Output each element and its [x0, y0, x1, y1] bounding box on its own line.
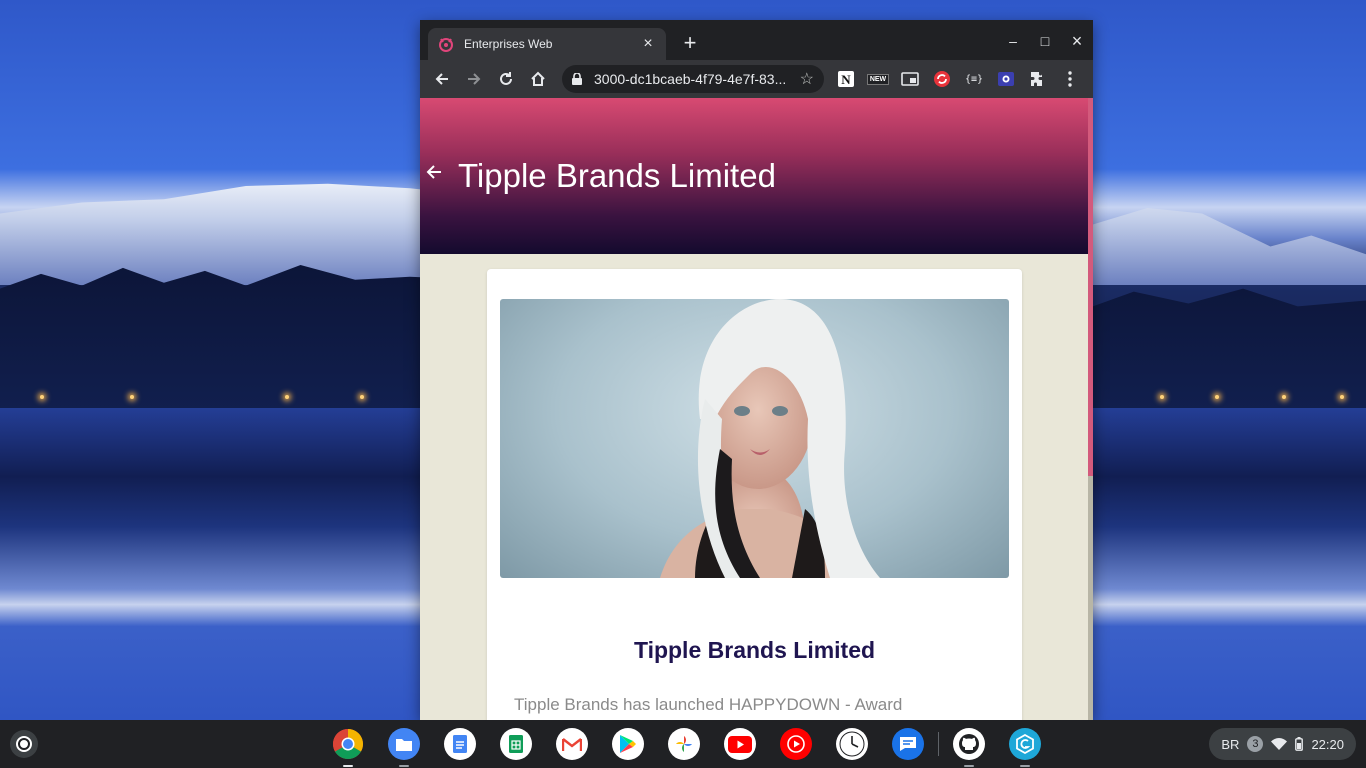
wallpaper-light — [360, 395, 364, 399]
url-text: 3000-dc1bcaeb-4f79-4e7f-83... — [594, 71, 787, 87]
messages-icon — [892, 728, 924, 760]
card-title: Tipple Brands Limited — [633, 637, 876, 663]
page-scrollbar-thumb[interactable] — [1088, 98, 1093, 476]
svg-text:N: N — [841, 72, 851, 87]
docs-icon — [444, 728, 476, 760]
shelf-app-gmail[interactable] — [554, 726, 590, 762]
wallpaper-light — [1340, 395, 1344, 399]
app-header: Tipple Brands Limited — [420, 98, 1093, 254]
maximize-button[interactable]: □ — [1033, 30, 1057, 52]
brand-photo — [500, 299, 1009, 578]
browser-toolbar: 3000-dc1bcaeb-4f79-4e7f-83... ☆ N NEW {≡… — [420, 60, 1093, 98]
notion-extension-icon[interactable]: N — [830, 63, 862, 95]
sync-extension-icon[interactable] — [926, 63, 958, 95]
browser-menu-icon[interactable] — [1054, 63, 1086, 95]
tab-enterprises-web[interactable]: Enterprises Web × — [428, 28, 666, 60]
shelf-app-sheets[interactable] — [498, 726, 534, 762]
json-formatter-label: {≡} — [964, 73, 984, 85]
wifi-icon — [1271, 738, 1288, 750]
gcp-icon — [1009, 728, 1041, 760]
launcher-circle-icon — [18, 738, 30, 750]
github-icon — [953, 728, 985, 760]
browser-window: Enterprises Web × + – □ × 3000-dc1bcaeb-… — [420, 20, 1093, 720]
shelf-app-github[interactable] — [951, 726, 987, 767]
wallpaper-light — [130, 395, 134, 399]
battery-icon — [1295, 737, 1304, 751]
home-button[interactable] — [522, 63, 554, 95]
extensions-puzzle-icon[interactable] — [1022, 63, 1054, 95]
reload-button[interactable] — [490, 63, 522, 95]
shelf-app-chrome[interactable] — [330, 726, 366, 767]
wallpaper-light — [1282, 395, 1286, 399]
shelf: BR 3 22:20 — [0, 720, 1366, 768]
tab-close-icon[interactable]: × — [640, 35, 656, 53]
wallpaper-light — [1160, 395, 1164, 399]
shelf-app-files[interactable] — [386, 726, 422, 767]
address-bar[interactable]: 3000-dc1bcaeb-4f79-4e7f-83... ☆ — [562, 65, 824, 93]
photos-icon — [668, 728, 700, 760]
close-window-button[interactable]: × — [1065, 30, 1089, 52]
launcher-button[interactable] — [10, 730, 38, 758]
shelf-app-docs[interactable] — [442, 726, 478, 762]
notification-count-badge: 3 — [1247, 736, 1264, 752]
files-icon — [388, 728, 420, 760]
new-extension-icon[interactable]: NEW — [862, 63, 894, 95]
shelf-app-youtube[interactable] — [722, 726, 758, 762]
gmail-icon — [556, 728, 588, 760]
youtube-music-icon — [780, 728, 812, 760]
app-running-indicator — [399, 765, 409, 767]
sheets-icon — [500, 728, 532, 760]
forward-button[interactable] — [458, 63, 490, 95]
shelf-app-youtube-music[interactable] — [778, 726, 814, 762]
card-description: Tipple Brands has launched HAPPYDOWN - A… — [514, 695, 903, 714]
shelf-apps — [330, 726, 1063, 767]
new-tab-button[interactable]: + — [678, 30, 702, 56]
brand-card: Tipple Brands Limited Tipple Brands has … — [487, 269, 1022, 720]
play-store-icon — [612, 728, 644, 760]
shelf-app-messages[interactable] — [890, 726, 926, 762]
youtube-icon — [724, 728, 756, 760]
app-running-indicator — [964, 765, 974, 767]
clock-icon — [836, 728, 868, 760]
arrow-left-icon — [435, 73, 448, 85]
new-extension-label: NEW — [866, 73, 890, 85]
shelf-app-clock[interactable] — [834, 726, 870, 762]
tab-title: Enterprises Web — [464, 37, 553, 51]
minimize-button[interactable]: – — [1001, 30, 1025, 52]
back-arrow-icon[interactable] — [422, 162, 446, 186]
page-title: Tipple Brands Limited — [458, 157, 776, 194]
screen-recorder-icon[interactable] — [990, 63, 1022, 95]
wallpaper-light — [40, 395, 44, 399]
chrome-icon — [332, 729, 364, 760]
shelf-app-play-store[interactable] — [610, 726, 646, 762]
back-button[interactable] — [426, 63, 458, 95]
picture-in-picture-icon[interactable] — [894, 63, 926, 95]
arrow-right-icon — [468, 73, 481, 85]
shelf-app-photos[interactable] — [666, 726, 702, 762]
tab-strip: Enterprises Web × + – □ × — [420, 20, 1093, 60]
web-page: Tipple Brands Limited Tipple Brands Limi… — [420, 98, 1093, 720]
app-running-indicator — [343, 765, 353, 767]
lock-icon — [572, 73, 584, 85]
bookmark-star-icon[interactable]: ☆ — [800, 69, 814, 89]
page-scrollbar-track[interactable] — [1088, 476, 1093, 720]
json-formatter-icon[interactable]: {≡} — [958, 63, 990, 95]
tab-favicon-icon — [438, 36, 454, 52]
keyboard-layout-label: BR — [1221, 736, 1240, 752]
clock-time: 22:20 — [1311, 736, 1344, 752]
wallpaper-light — [285, 395, 289, 399]
reload-icon — [500, 72, 512, 85]
shelf-divider — [938, 732, 939, 756]
app-running-indicator — [1020, 765, 1030, 767]
wallpaper-light — [1215, 395, 1219, 399]
status-tray[interactable]: BR 3 22:20 — [1209, 728, 1356, 760]
shelf-app-gcp[interactable] — [1007, 726, 1043, 767]
home-icon — [531, 71, 545, 86]
